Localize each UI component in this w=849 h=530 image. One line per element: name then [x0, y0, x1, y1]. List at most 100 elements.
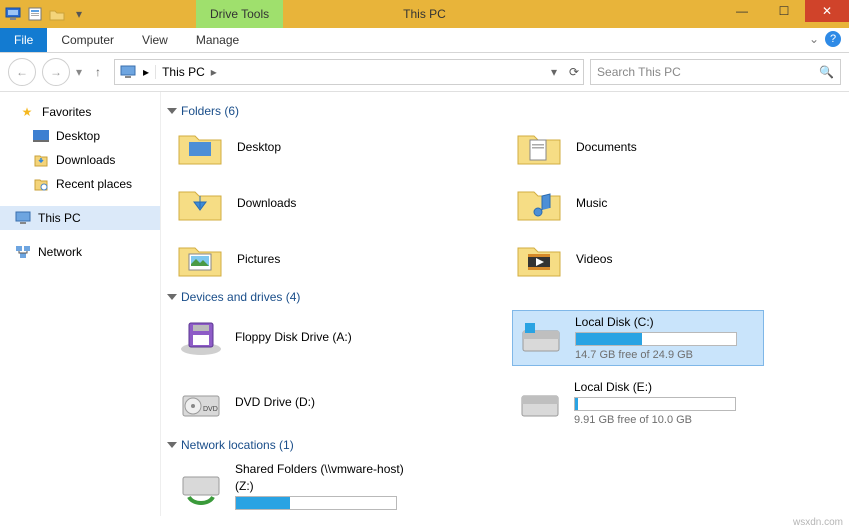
folder-icon	[514, 182, 564, 224]
title-bar: ▾ Drive Tools This PC — ☐ ✕	[0, 0, 849, 28]
pc-icon[interactable]	[4, 5, 22, 23]
folder-videos[interactable]: Videos	[512, 236, 841, 282]
drive-name: Local Disk (E:)	[574, 380, 756, 394]
folder-documents[interactable]: Documents	[512, 124, 841, 170]
network-share[interactable]: Shared Folders (\\vmware-host) (Z:)	[173, 458, 423, 516]
drive-free-space: 14.7 GB free of 24.9 GB	[575, 349, 757, 361]
network-icon	[14, 243, 32, 261]
watermark: wsxdn.com	[793, 517, 843, 528]
nav-this-pc-label: This PC	[38, 208, 81, 228]
drive-c[interactable]: Local Disk (C:) 14.7 GB free of 24.9 GB	[512, 310, 764, 366]
section-network-label: Network locations (1)	[181, 438, 294, 452]
desktop-icon	[32, 127, 50, 145]
maximize-button[interactable]: ☐	[763, 0, 805, 22]
drive-name: Shared Folders (\\vmware-host)	[235, 462, 417, 476]
folder-desktop[interactable]: Desktop	[173, 124, 502, 170]
tab-view[interactable]: View	[128, 28, 182, 52]
folder-label: Music	[576, 196, 607, 210]
help-icon[interactable]: ?	[825, 31, 841, 47]
recent-locations-dropdown-icon[interactable]: ▾	[76, 65, 82, 79]
floppy-icon	[179, 319, 223, 357]
drive-name: Local Disk (C:)	[575, 315, 757, 329]
ribbon-expand-icon[interactable]: ⌄	[809, 32, 819, 46]
nav-network[interactable]: Network	[0, 240, 160, 264]
section-folders-label: Folders (6)	[181, 104, 239, 118]
search-placeholder: Search This PC	[597, 65, 681, 79]
drive-floppy[interactable]: Floppy Disk Drive (A:)	[173, 310, 423, 366]
drive-letter: (Z:)	[235, 479, 417, 493]
tab-computer[interactable]: Computer	[47, 28, 128, 52]
up-button[interactable]: ↑	[88, 65, 108, 79]
nav-desktop[interactable]: Desktop	[0, 124, 160, 148]
local-disk-icon	[518, 384, 562, 422]
folder-icon	[175, 238, 225, 280]
quick-access-toolbar: ▾	[0, 0, 92, 28]
navigation-pane: ★ Favorites Desktop Downloads Recent pla…	[0, 92, 161, 516]
pc-icon	[14, 209, 32, 227]
close-button[interactable]: ✕	[805, 0, 849, 22]
folder-downloads[interactable]: Downloads	[173, 180, 502, 226]
search-icon: 🔍	[819, 65, 834, 79]
drive-free-space: 9.91 GB free of 10.0 GB	[574, 414, 756, 426]
folder-icon	[175, 126, 225, 168]
storage-bar	[235, 496, 397, 510]
breadcrumb-item[interactable]: ▸	[143, 65, 156, 79]
svg-text:DVD: DVD	[203, 406, 218, 413]
nav-recent-places[interactable]: Recent places	[0, 172, 160, 196]
ribbon-tabs: File Computer View Manage ⌄ ?	[0, 28, 849, 53]
drive-dvd[interactable]: DVD DVD Drive (D:)	[173, 376, 423, 430]
nav-downloads[interactable]: Downloads	[0, 148, 160, 172]
nav-favorites[interactable]: ★ Favorites	[0, 100, 160, 124]
section-network-header[interactable]: Network locations (1)	[169, 438, 841, 452]
folder-label: Videos	[576, 252, 612, 266]
nav-desktop-label: Desktop	[56, 126, 100, 146]
navigation-bar: ← → ▾ ↑ ▸ This PC ▸ ▾ ⟳ Search This PC 🔍	[0, 53, 849, 92]
refresh-button[interactable]: ⟳	[569, 65, 579, 79]
nav-network-label: Network	[38, 242, 82, 262]
breadcrumb-thispc[interactable]: This PC	[162, 65, 205, 79]
address-bar[interactable]: ▸ This PC ▸ ▾ ⟳	[114, 59, 584, 85]
folder-label: Downloads	[237, 196, 296, 210]
folder-label: Documents	[576, 140, 637, 154]
qat-dropdown-icon[interactable]: ▾	[70, 5, 88, 23]
folder-icon	[175, 182, 225, 224]
folder-icon	[514, 238, 564, 280]
folder-label: Desktop	[237, 140, 281, 154]
network-drive-icon	[179, 469, 223, 507]
contextual-tab-drive-tools[interactable]: Drive Tools	[196, 0, 283, 28]
pc-icon	[119, 63, 137, 81]
search-input[interactable]: Search This PC 🔍	[590, 59, 841, 85]
drive-name: Floppy Disk Drive (A:)	[235, 330, 417, 344]
tab-manage[interactable]: Manage	[182, 28, 253, 52]
folder-label: Pictures	[237, 252, 280, 266]
section-folders-header[interactable]: Folders (6)	[169, 104, 841, 118]
window-controls: — ☐ ✕	[721, 0, 849, 22]
collapse-icon	[167, 442, 177, 448]
tab-file[interactable]: File	[0, 28, 47, 52]
content-pane: Folders (6) Desktop Documents Downloads …	[161, 92, 849, 516]
minimize-button[interactable]: —	[721, 0, 763, 22]
drive-name: DVD Drive (D:)	[235, 395, 417, 409]
window-title: This PC	[403, 0, 446, 28]
folder-music[interactable]: Music	[512, 180, 841, 226]
forward-button[interactable]: →	[42, 58, 70, 86]
properties-icon[interactable]	[26, 5, 44, 23]
recent-places-icon	[32, 175, 50, 193]
new-folder-icon[interactable]	[48, 5, 66, 23]
storage-bar	[575, 332, 737, 346]
address-dropdown-icon[interactable]: ▾	[551, 65, 557, 79]
section-drives-header[interactable]: Devices and drives (4)	[169, 290, 841, 304]
storage-fill	[576, 333, 642, 345]
local-disk-icon	[519, 319, 563, 357]
nav-this-pc[interactable]: This PC	[0, 206, 160, 230]
collapse-icon	[167, 294, 177, 300]
folder-icon	[514, 126, 564, 168]
back-button[interactable]: ←	[8, 58, 36, 86]
storage-fill	[236, 497, 290, 509]
folder-pictures[interactable]: Pictures	[173, 236, 502, 282]
star-icon: ★	[18, 103, 36, 121]
breadcrumb-chevron-icon[interactable]: ▸	[211, 65, 217, 79]
drive-e[interactable]: Local Disk (E:) 9.91 GB free of 10.0 GB	[512, 376, 762, 430]
storage-fill	[575, 398, 578, 410]
dvd-icon: DVD	[179, 384, 223, 422]
